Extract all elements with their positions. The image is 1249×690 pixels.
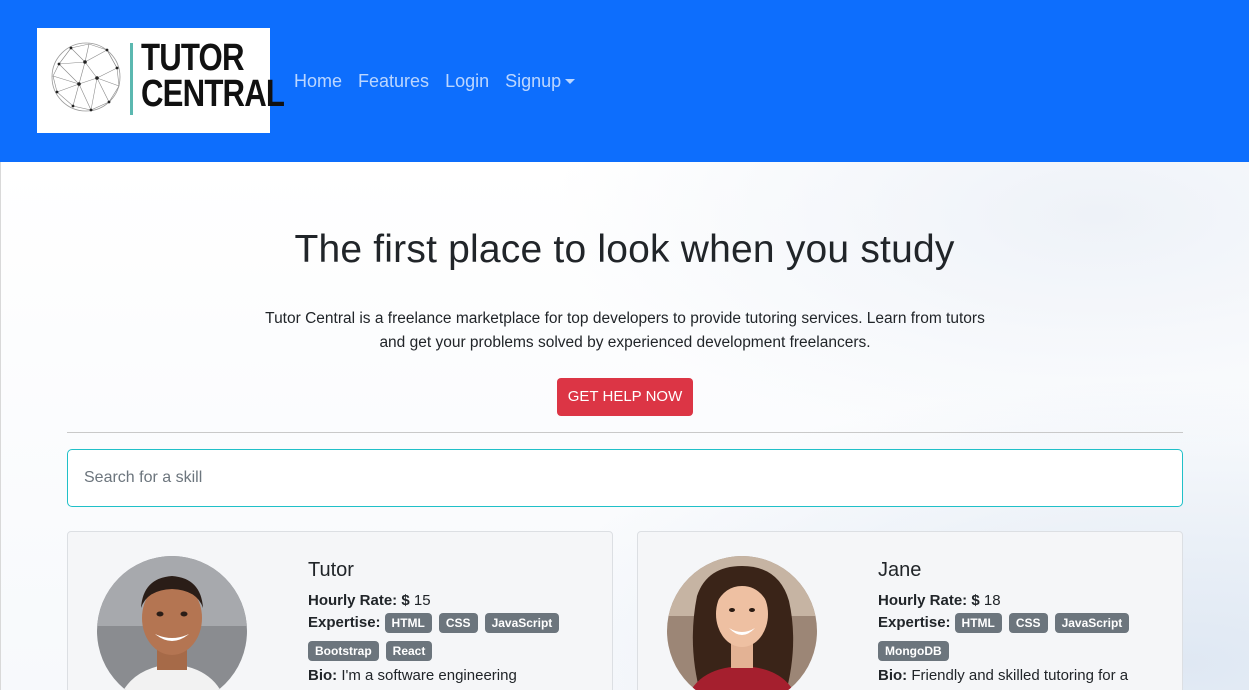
nav-signup-dropdown[interactable]: Signup — [497, 68, 583, 94]
hourly-rate-row: Hourly Rate: $ 15 — [308, 590, 608, 612]
expertise-row: Expertise: HTML CSS JavaScript — [878, 612, 1178, 634]
hourly-rate-label: Hourly Rate: — [878, 592, 968, 609]
bio-row: Bio: I'm a software engineering — [308, 665, 608, 687]
brand-line-2: CENTRAL — [141, 73, 285, 115]
hero-description: Tutor Central is a freelance marketplace… — [265, 310, 985, 351]
hourly-rate-value: 15 — [413, 592, 431, 609]
hourly-rate-row: Hourly Rate: $ 18 — [878, 590, 1178, 612]
bio-row: Bio: Friendly and skilled tutoring for a — [878, 665, 1178, 687]
brand-wordmark: TUTOR CENTRAL — [141, 37, 285, 115]
divider — [67, 432, 1183, 433]
tutor-card[interactable]: Tutor Hourly Rate: $ 15 Expertise: HTML … — [67, 531, 613, 690]
skill-badge[interactable]: MongoDB — [878, 641, 949, 661]
currency-symbol: $ — [971, 592, 980, 609]
skill-badge[interactable]: React — [385, 641, 433, 661]
skill-badge[interactable]: JavaScript — [484, 613, 560, 633]
nav-home-link[interactable]: Home — [286, 68, 350, 94]
avatar — [97, 556, 247, 690]
bio-text: I'm a software engineering — [341, 667, 517, 684]
network-sphere-icon — [51, 42, 121, 112]
skill-badge[interactable]: CSS — [438, 613, 478, 633]
brand-line-1: TUTOR — [141, 37, 244, 79]
hourly-rate-label: Hourly Rate: — [308, 592, 398, 609]
tutor-info: Tutor Hourly Rate: $ 15 Expertise: HTML … — [308, 558, 608, 687]
expertise-label: Expertise: — [308, 614, 381, 631]
hourly-rate-value: 18 — [983, 592, 1001, 609]
expertise-row: Expertise: HTML CSS JavaScript — [308, 612, 608, 634]
tutor-name: Tutor — [308, 559, 354, 581]
bio-label: Bio: — [878, 667, 908, 684]
currency-symbol: $ — [401, 592, 410, 609]
skill-badge[interactable]: HTML — [954, 613, 1002, 633]
skill-search-input[interactable] — [67, 449, 1183, 507]
skill-badge[interactable]: CSS — [1008, 613, 1048, 633]
brand-logo[interactable]: TUTOR CENTRAL — [37, 28, 285, 133]
nav-features-link[interactable]: Features — [350, 68, 437, 94]
skill-badges-line-2: MongoDB — [878, 641, 1178, 661]
get-help-now-button[interactable]: GET HELP NOW — [557, 378, 693, 416]
avatar — [667, 556, 817, 690]
skill-badges-line-2: Bootstrap React — [308, 641, 608, 661]
tutor-card[interactable]: Jane Hourly Rate: $ 18 Expertise: HTML C… — [637, 531, 1183, 690]
nav-links: Home Features Login Signup — [286, 68, 583, 94]
skill-badge[interactable]: JavaScript — [1054, 613, 1130, 633]
hero-title: The first place to look when you study — [294, 228, 955, 271]
navbar: TUTOR CENTRAL Home Features Login Signup — [0, 0, 1249, 162]
expertise-label: Expertise: — [878, 614, 951, 631]
nav-login-link[interactable]: Login — [437, 68, 497, 94]
bio-text: Friendly and skilled tutoring for a — [911, 667, 1129, 684]
caret-down-icon — [565, 79, 576, 84]
brand-divider — [130, 43, 133, 115]
tutor-info: Jane Hourly Rate: $ 18 Expertise: HTML C… — [878, 558, 1178, 687]
skill-badges: HTML CSS JavaScript — [954, 613, 1130, 633]
nav-signup-label: Signup — [505, 71, 562, 91]
skill-badge[interactable]: Bootstrap — [308, 641, 379, 661]
tutor-name: Jane — [878, 559, 922, 581]
bio-label: Bio: — [308, 667, 338, 684]
skill-badge[interactable]: HTML — [384, 613, 432, 633]
skill-badges: HTML CSS JavaScript — [384, 613, 560, 633]
